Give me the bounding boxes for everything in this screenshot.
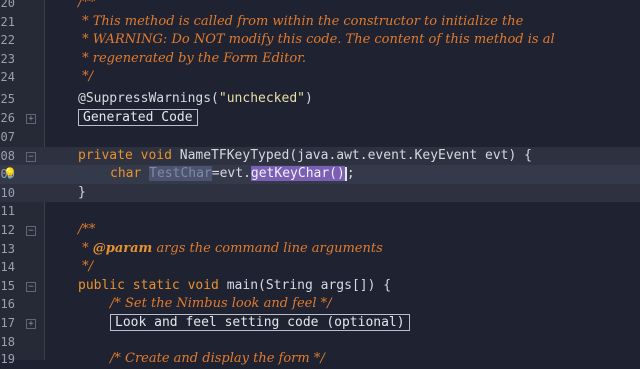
code-text: /** [78, 222, 96, 237]
unused-variable: TestChar [149, 166, 212, 182]
code-line[interactable]: 23 * regenerated by the Form Editor. [0, 50, 640, 69]
code-line[interactable]: 20 /** [0, 0, 640, 13]
code-line[interactable]: 16 /* Set the Nimbus look and feel */ [0, 295, 640, 314]
line-number: 14 [0, 260, 15, 275]
code-text: /* Create and display the form */ [110, 351, 325, 366]
code-line[interactable]: 13 * @param args the command line argume… [0, 240, 640, 259]
code-text: @SuppressWarnings("unchecked") [78, 90, 313, 109]
code-line[interactable]: 24 */ [0, 68, 640, 87]
code-line[interactable]: 22 * WARNING: Do NOT modify this code. T… [0, 31, 640, 50]
line-number: 26 [0, 110, 15, 125]
comment-prefix: * [78, 240, 93, 256]
code-line[interactable]: 07 [0, 128, 640, 147]
line-number: 19 [0, 352, 15, 366]
fold-toggle-icon[interactable]: − [26, 226, 36, 236]
code-line[interactable]: 26 + Generated Code [0, 108, 640, 128]
code-editor[interactable]: 20 /** 21 * This method is called from w… [0, 0, 640, 366]
highlighted-method-call: getKeyChar() [250, 166, 345, 182]
comment-text: args the command line arguments [152, 240, 383, 256]
paren: ) [304, 91, 313, 106]
code-line[interactable]: 17 + Look and feel setting code (optiona… [0, 314, 640, 333]
line-number: 12 [0, 223, 15, 237]
code-line[interactable]: 18 [0, 333, 640, 352]
code-text: * This method is called from within the … [78, 13, 524, 29]
fold-toggle-icon[interactable]: − [26, 281, 36, 292]
line-number: 25 [0, 92, 15, 106]
code-text: main(String args[]) { [226, 277, 392, 293]
line-number: 21 [0, 14, 15, 29]
code-text: * @param args the command line arguments [78, 240, 383, 259]
code-line[interactable]: 25 @SuppressWarnings("unchecked") [0, 90, 640, 109]
code-text: * regenerated by the Form Editor. [78, 50, 307, 66]
code-line[interactable]: 19 /* Create and display the form */ [0, 350, 640, 369]
semicolon: ; [346, 166, 355, 182]
code-line[interactable]: 12 − /** [0, 221, 640, 240]
keyword: char [110, 166, 150, 182]
code-text: } [78, 184, 86, 200]
annotation: @SuppressWarnings( [78, 91, 219, 106]
keyword: public static void [78, 277, 227, 293]
fold-toggle-icon[interactable]: + [26, 319, 36, 329]
line-number: 24 [0, 70, 15, 85]
code-line[interactable]: 08 − private void NameTFKeyTyped(java.aw… [0, 146, 640, 166]
code-text: */ [78, 259, 94, 275]
line-number: 23 [0, 51, 15, 66]
line-number: 18 [0, 334, 15, 349]
code-line[interactable]: 11 [0, 202, 640, 221]
code-text: NameTFKeyTyped(java.awt.event.KeyEvent e… [179, 147, 532, 163]
line-number: 15 [0, 278, 15, 293]
current-code-line[interactable]: 09 💡 char TestChar=evt.getKeyChar(); [0, 165, 640, 184]
code-text: */ [78, 69, 94, 85]
string-literal: "unchecked" [218, 91, 305, 106]
code-line[interactable]: 10 } [0, 183, 640, 203]
operator: =evt. [211, 166, 251, 182]
folded-code-block[interactable]: Generated Code [78, 108, 198, 126]
line-number: 22 [0, 33, 15, 48]
keyword: private void [78, 147, 180, 163]
line-number: 10 [0, 185, 15, 200]
code-line[interactable]: 15 − public static void main(String args… [0, 277, 640, 296]
javadoc-tag: @param [92, 240, 153, 256]
fold-toggle-icon[interactable]: − [26, 151, 36, 162]
line-number: 11 [0, 204, 15, 219]
code-text: /** [78, 0, 96, 10]
line-number: 07 [0, 130, 15, 144]
folded-code-block[interactable]: Look and feel setting code (optional) [110, 314, 410, 331]
line-number: 16 [0, 297, 15, 312]
line-number: 20 [0, 0, 15, 10]
lightbulb-hint-icon[interactable]: 💡 [3, 168, 17, 180]
line-number: 13 [0, 241, 15, 256]
code-line[interactable]: 14 */ [0, 258, 640, 277]
code-text: * WARNING: Do NOT modify this code. The … [78, 32, 555, 48]
code-line[interactable]: 21 * This method is called from within t… [0, 13, 640, 32]
code-text: /* Set the Nimbus look and feel */ [110, 296, 332, 312]
line-number: 17 [0, 316, 15, 330]
fold-toggle-icon[interactable]: + [26, 113, 36, 124]
line-number: 08 [0, 148, 15, 163]
